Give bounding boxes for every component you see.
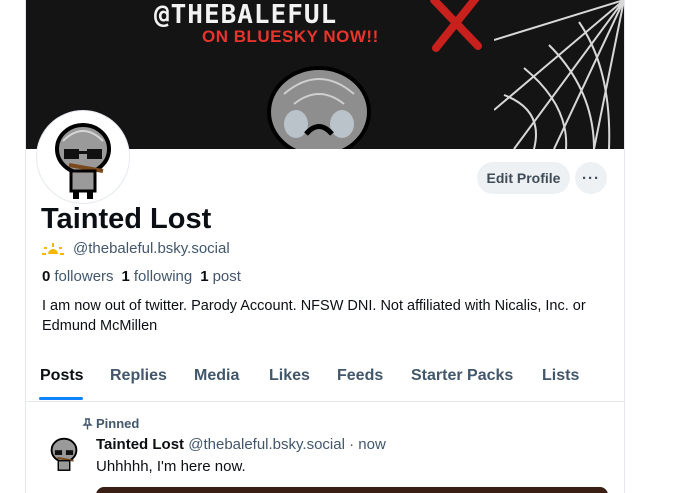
profile-column: @THEBALEFUL ON BLUESKY NOW!! Edit Profil… — [25, 0, 625, 493]
posts-count: 1 — [200, 268, 209, 285]
tab-replies[interactable]: Replies — [110, 367, 167, 385]
posts-stat: 1 post — [200, 268, 241, 285]
banner-handle-text: @THEBALEFUL — [154, 0, 338, 30]
active-tab-indicator — [39, 397, 83, 400]
tab-likes[interactable]: Likes — [269, 367, 310, 385]
tab-feeds[interactable]: Feeds — [337, 367, 383, 385]
pinned-indicator: Pinned — [82, 416, 139, 431]
profile-display-name: Tainted Lost — [41, 203, 212, 235]
post-image-attachment[interactable] — [96, 487, 608, 493]
profile-stats: 0 followers 1 following 1 post — [42, 268, 241, 285]
profile-handle-row: @thebaleful.bsky.social — [42, 240, 230, 257]
pin-icon — [82, 417, 93, 429]
post-author-avatar[interactable] — [43, 433, 85, 475]
post-author-handle[interactable]: @thebaleful.bsky.social — [188, 436, 345, 453]
posts-label: post — [212, 268, 241, 285]
post-author-name[interactable]: Tainted Lost — [96, 436, 184, 453]
post-time[interactable]: now — [358, 436, 386, 453]
post-avatar-image — [43, 433, 85, 475]
tab-posts[interactable]: Posts — [40, 367, 84, 385]
profile-handle[interactable]: @thebaleful.bsky.social — [73, 240, 230, 257]
followers-count: 0 — [42, 268, 51, 285]
followers-link[interactable]: 0 followers — [42, 268, 114, 285]
profile-avatar[interactable] — [37, 111, 129, 203]
crying-face-icon — [267, 66, 371, 149]
sun-icon — [42, 242, 64, 255]
banner-subtitle: ON BLUESKY NOW!! — [202, 27, 379, 46]
following-link[interactable]: 1 following — [122, 268, 193, 285]
following-count: 1 — [121, 268, 130, 285]
spiderweb-icon — [494, 0, 624, 149]
more-options-button[interactable]: ··· — [575, 162, 607, 194]
ellipsis-icon: ··· — [582, 169, 600, 187]
post-header: Tainted Lost @thebaleful.bsky.social · n… — [96, 436, 386, 453]
following-label: following — [133, 268, 193, 285]
tab-media[interactable]: Media — [194, 367, 239, 385]
profile-tabs: Posts Replies Media Likes Feeds Starter … — [26, 352, 624, 402]
post-separator: · — [349, 436, 355, 453]
profile-bio: I am now out of twitter. Parody Account.… — [42, 298, 586, 334]
tab-lists[interactable]: Lists — [542, 367, 579, 385]
red-x-icon — [430, 0, 482, 52]
post-text: Uhhhhh, I'm here now. — [96, 458, 246, 475]
avatar-image — [39, 113, 127, 201]
edit-profile-button[interactable]: Edit Profile — [477, 162, 570, 194]
followers-label: followers — [54, 268, 114, 285]
tab-starter-packs[interactable]: Starter Packs — [411, 367, 513, 385]
pinned-label: Pinned — [96, 416, 140, 431]
